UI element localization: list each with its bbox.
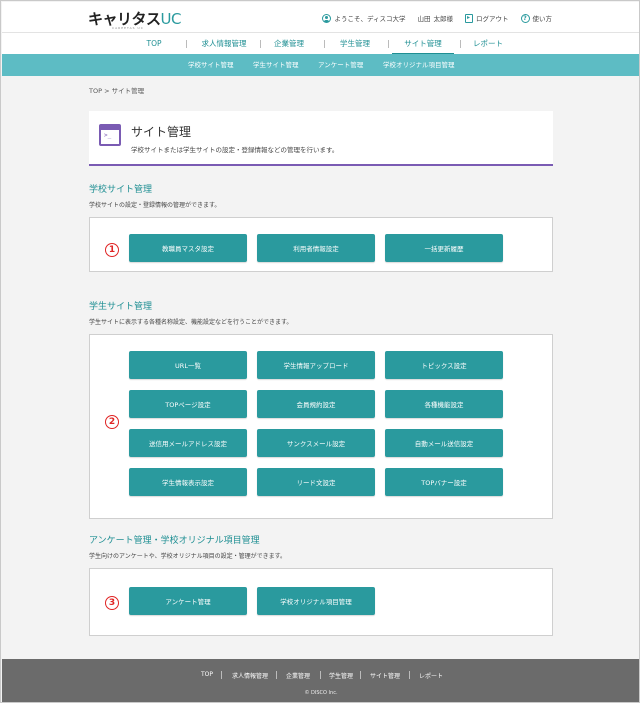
marker-3: 3 (105, 596, 119, 610)
features-button[interactable]: 各種機能設定 (385, 390, 503, 418)
student-upload-button[interactable]: 学生情報アップロード (257, 351, 375, 379)
section-title-school-site: 学校サイト管理 (89, 185, 153, 195)
page-header: >_ サイト管理 学校サイトまたは学生サイトの設定・登録情報などの管理を行います… (89, 111, 553, 166)
section-desc-school-site: 学校サイトの設定・登録情報の管理ができます。 (89, 202, 221, 209)
section-desc-survey: 学生向けのアンケートや、学校オリジナル項目の設定・管理ができます。 (89, 553, 286, 560)
footer-link-site-admin[interactable]: サイト管理 (370, 671, 400, 680)
footer-link-top[interactable]: TOP (201, 671, 213, 678)
help-link[interactable]: 使い方 (533, 13, 553, 23)
footer-link-job-info[interactable]: 求人情報管理 (232, 671, 268, 680)
student-display-button[interactable]: 学生情報表示設定 (129, 468, 247, 496)
top-banner-button[interactable]: TOPバナー設定 (385, 468, 503, 496)
topics-button[interactable]: トピックス設定 (385, 351, 503, 379)
user-area: ようこそ、ディスコ大学 山田 太郎様 ログアウト ? 使い方 (322, 13, 552, 23)
sub-nav: 学校サイト管理 学生サイト管理 アンケート管理 学校オリジナル項目管理 (2, 54, 639, 76)
footer-link-company[interactable]: 企業管理 (286, 671, 310, 680)
subnav-student-site[interactable]: 学生サイト管理 (253, 54, 299, 76)
section-title-student-site: 学生サイト管理 (89, 302, 153, 312)
breadcrumb: TOP > サイト管理 (89, 87, 145, 95)
footer-link-student[interactable]: 学生管理 (329, 671, 353, 680)
help-icon[interactable]: ? (520, 13, 530, 23)
terminal-icon: >_ (99, 124, 121, 146)
url-list-button[interactable]: URL一覧 (129, 351, 247, 379)
nav-report[interactable]: レポート (466, 33, 510, 55)
lead-text-button[interactable]: リード文設定 (257, 468, 375, 496)
user-icon (322, 13, 332, 23)
nav-company[interactable]: 企業管理 (264, 33, 314, 55)
subnav-survey[interactable]: アンケート管理 (318, 54, 363, 76)
section-desc-student-site: 学生サイトに表示する各種名称設定、機能設定などを行うことができます。 (89, 319, 293, 326)
marker-1: 1 (105, 243, 119, 257)
section-title-survey: アンケート管理・学校オリジナル項目管理 (89, 536, 260, 546)
nav-job-info[interactable]: 求人情報管理 (192, 33, 256, 55)
welcome-text: ようこそ、ディスコ大学 (334, 15, 406, 23)
panel-survey: 3 アンケート管理 学校オリジナル項目管理 (89, 568, 553, 636)
logout-icon[interactable] (465, 13, 473, 23)
bulk-update-history-button[interactable]: 一括更新履歴 (385, 234, 503, 262)
nav-student[interactable]: 学生管理 (330, 33, 380, 55)
subnav-school-site[interactable]: 学校サイト管理 (188, 54, 234, 76)
user-last-name: 山田 (417, 15, 431, 23)
page-frame: キャリタスUC CAREETAS UC ようこそ、ディスコ大学 山田 太郎様 ロ… (0, 0, 640, 703)
subnav-original-items[interactable]: 学校オリジナル項目管理 (383, 54, 455, 76)
main-nav: TOP 求人情報管理 企業管理 学生管理 サイト管理 レポート (2, 32, 639, 55)
logo-subtitle: CAREETAS UC (112, 26, 144, 30)
top-page-button[interactable]: TOPページ設定 (129, 390, 247, 418)
nav-top[interactable]: TOP (132, 33, 176, 55)
original-items-button[interactable]: 学校オリジナル項目管理 (257, 587, 375, 615)
top-bar: キャリタスUC CAREETAS UC ようこそ、ディスコ大学 山田 太郎様 ロ… (2, 2, 639, 32)
user-info-button[interactable]: 利用者情報設定 (257, 234, 375, 262)
panel-school-site: 1 教職員マスタ設定 利用者情報設定 一括更新履歴 (89, 217, 553, 272)
auto-mail-button[interactable]: 自動メール送信設定 (385, 429, 503, 457)
footer: TOP 求人情報管理 企業管理 学生管理 サイト管理 レポート © DISCO … (2, 659, 639, 702)
sender-email-button[interactable]: 送信用メールアドレス設定 (129, 429, 247, 457)
page-description: 学校サイトまたは学生サイトの設定・登録情報などの管理を行います。 (131, 146, 339, 154)
marker-2: 2 (105, 415, 119, 429)
thanks-mail-button[interactable]: サンクスメール設定 (257, 429, 375, 457)
user-first-name: 太郎様 (433, 15, 454, 23)
footer-link-report[interactable]: レポート (419, 671, 443, 680)
logout-link[interactable]: ログアウト (476, 13, 509, 23)
survey-button[interactable]: アンケート管理 (129, 587, 247, 615)
nav-site-admin[interactable]: サイト管理 (392, 33, 454, 55)
page-title: サイト管理 (131, 125, 192, 139)
copyright: © DISCO Inc. (304, 690, 338, 696)
member-terms-button[interactable]: 会員規約設定 (257, 390, 375, 418)
staff-master-button[interactable]: 教職員マスタ設定 (129, 234, 247, 262)
panel-student-site: 2 URL一覧 学生情報アップロード トピックス設定 TOPページ設定 会員規約… (89, 334, 553, 519)
